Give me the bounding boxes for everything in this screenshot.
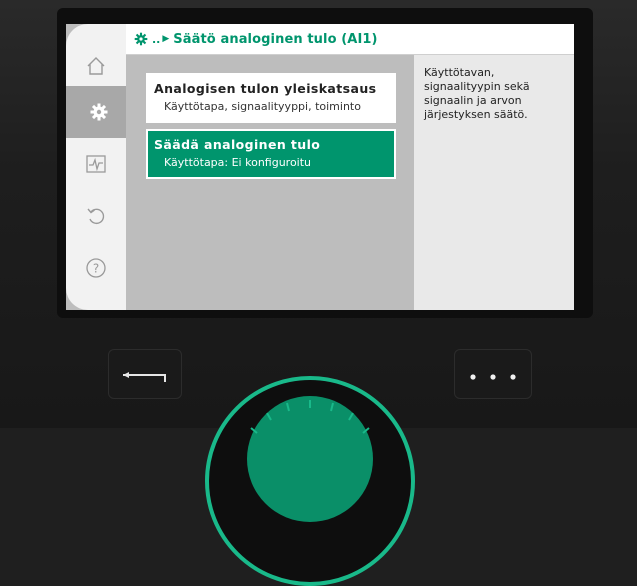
breadcrumb-arrow-icon: ▶ bbox=[162, 34, 170, 44]
more-button[interactable] bbox=[454, 349, 532, 399]
header-bar: .. ▶ Säätö analoginen tulo (AI1) bbox=[126, 24, 574, 55]
back-arrow-icon bbox=[123, 372, 166, 382]
sidebar-item-settings[interactable] bbox=[66, 86, 132, 138]
info-panel: Käyttötavan, signaalityypin sekä signaal… bbox=[414, 55, 574, 310]
pulse-icon bbox=[86, 155, 106, 173]
menu-item-subtitle: Käyttötapa, signaalityyppi, toiminto bbox=[164, 100, 361, 113]
sidebar-item-diagnostics[interactable] bbox=[66, 138, 126, 190]
gear-icon bbox=[90, 103, 108, 121]
menu-item-overview[interactable]: Analogisen tulon yleiskatsaus Käyttötapa… bbox=[146, 73, 396, 123]
menu-item-adjust[interactable]: Säädä analoginen tulo Käyttötapa: Ei kon… bbox=[146, 129, 396, 179]
back-button[interactable] bbox=[108, 349, 182, 399]
menu-list: Analogisen tulon yleiskatsaus Käyttötapa… bbox=[126, 55, 414, 310]
svg-text:?: ? bbox=[93, 262, 99, 276]
help-icon: ? bbox=[86, 258, 106, 278]
page-title: Säätö analoginen tulo (AI1) bbox=[173, 31, 378, 47]
info-text: Käyttötavan, signaalityypin sekä signaal… bbox=[424, 66, 530, 121]
menu-item-subtitle: Käyttötapa: Ei konfiguroitu bbox=[164, 156, 312, 169]
sidebar-item-restore[interactable] bbox=[66, 190, 126, 242]
display-screen: ? .. ▶ Säätö analoginen tulo (AI1) Analo… bbox=[66, 24, 574, 310]
device-panel: ? .. ▶ Säätö analoginen tulo (AI1) Analo… bbox=[0, 0, 637, 586]
sidebar: ? bbox=[66, 24, 132, 310]
sidebar-item-help[interactable]: ? bbox=[66, 242, 126, 294]
sidebar-item-home[interactable] bbox=[66, 40, 126, 92]
breadcrumb-dots[interactable]: .. bbox=[152, 33, 160, 46]
menu-item-title: Analogisen tulon yleiskatsaus bbox=[154, 81, 377, 96]
rotary-knob[interactable] bbox=[205, 376, 415, 586]
knob-ticks bbox=[250, 400, 370, 434]
more-dots-icon bbox=[470, 374, 516, 380]
home-icon bbox=[87, 57, 105, 75]
menu-item-title: Säädä analoginen tulo bbox=[154, 137, 321, 152]
undo-icon bbox=[87, 208, 105, 225]
gear-icon bbox=[134, 32, 148, 46]
